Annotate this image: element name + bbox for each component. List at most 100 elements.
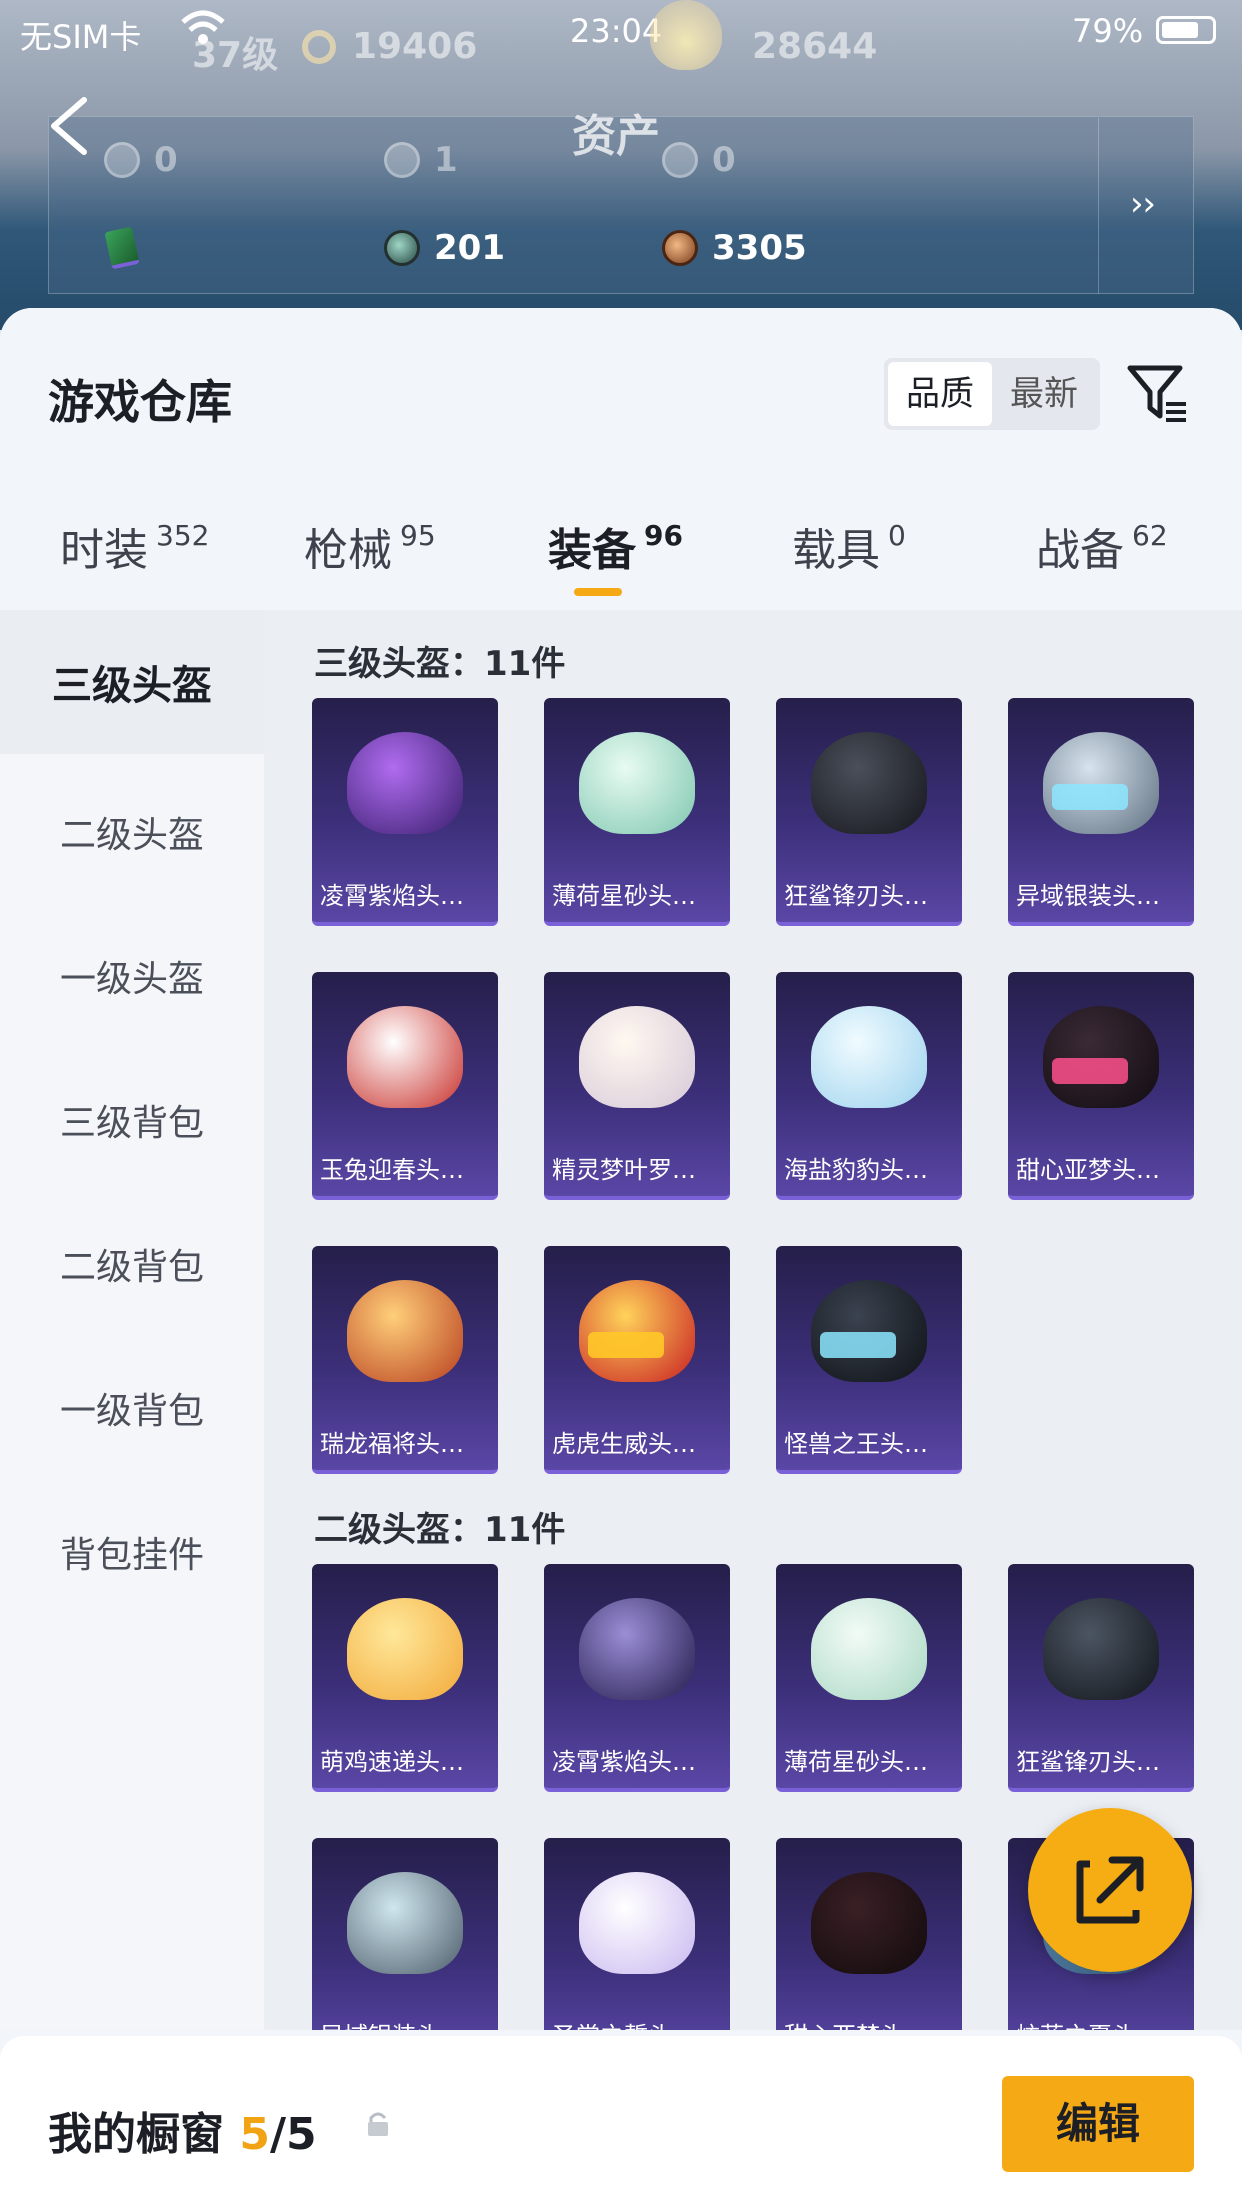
helmet-icon	[1043, 1006, 1159, 1108]
item-card[interactable]: 精灵梦叶罗…	[544, 972, 730, 1200]
item-card[interactable]: 甜心亚梦头…	[776, 1838, 962, 2030]
helmet-icon	[579, 1598, 695, 1700]
item-card[interactable]: 薄荷星砂头…	[776, 1564, 962, 1792]
asset-value: 0	[154, 140, 178, 180]
item-card[interactable]: 玉兔迎春头…	[312, 972, 498, 1200]
status-bar: 无SIM卡 23:04 79%	[0, 0, 1242, 62]
popularity-flame-icon	[650, 0, 722, 70]
asset-value: 201	[434, 228, 505, 268]
item-card[interactable]: 异域银装头…	[1008, 698, 1194, 926]
sidebar-item-level2-helmet[interactable]: 二级头盔	[0, 760, 264, 904]
section-title: 三级头盔：11件	[314, 644, 566, 684]
helmet-icon	[811, 1598, 927, 1700]
item-card[interactable]: 萌鸡速递头…	[312, 1564, 498, 1792]
tab-equipment[interactable]: 装备 96	[548, 514, 683, 596]
asset-item: 0	[104, 140, 178, 180]
share-button[interactable]	[1028, 1808, 1192, 1972]
asset-value: 1	[434, 140, 458, 180]
item-name: 薄荷星砂头…	[552, 882, 696, 910]
showcase-bar: 我的橱窗 5/5 编辑	[0, 2036, 1242, 2208]
item-card[interactable]: 圣堂之誓头…	[544, 1838, 730, 2030]
tab-label: 时装	[60, 525, 148, 576]
sidebar-item-level3-backpack[interactable]: 三级背包	[0, 1048, 264, 1192]
share-icon	[1076, 1856, 1144, 1924]
bronze-token-icon	[662, 230, 698, 266]
item-name: 凌霄紫焰头…	[320, 882, 464, 910]
asset-item: 0	[104, 226, 140, 270]
sidebar-item-backpack-charm[interactable]: 背包挂件	[0, 1480, 264, 1624]
sidebar-item-level2-backpack[interactable]: 二级背包	[0, 1192, 264, 1336]
item-card[interactable]: 虎虎生威头…	[544, 1246, 730, 1474]
category-tabs: 时装 352 枪械 95 装备 96 载具 0 战备 62	[0, 514, 1242, 610]
asset-icon	[104, 142, 140, 178]
item-card[interactable]: 异域银装头…	[312, 1838, 498, 2030]
item-name: 精灵梦叶罗…	[552, 1156, 696, 1184]
item-card[interactable]: 凌霄紫焰头…	[544, 1564, 730, 1792]
showcase-current: 5	[239, 2109, 270, 2160]
coin-icon	[302, 30, 336, 64]
item-name: 狂鲨锋刃头…	[784, 882, 928, 910]
helmet-icon	[347, 1280, 463, 1382]
showcase-title: 我的橱窗	[48, 2109, 224, 2160]
helmet-icon	[347, 1872, 463, 1974]
expand-assets-icon[interactable]: › ›	[1130, 184, 1156, 224]
clock: 23:04	[570, 12, 663, 50]
asset-item: 3305	[662, 228, 807, 268]
helmet-icon	[347, 1006, 463, 1108]
item-card[interactable]: 甜心亚梦头…	[1008, 972, 1194, 1200]
item-card[interactable]: 薄荷星砂头…	[544, 698, 730, 926]
asset-divider	[1098, 118, 1099, 294]
asset-item: 0	[662, 140, 736, 180]
sidebar-item-level1-helmet[interactable]: 一级头盔	[0, 904, 264, 1048]
helmet-icon	[579, 1280, 695, 1382]
showcase-label: 我的橱窗 5/5	[48, 2098, 317, 2162]
back-chevron-icon[interactable]	[46, 96, 92, 156]
item-name: 甜心亚梦头…	[776, 2010, 962, 2030]
tab-firearms[interactable]: 枪械 95	[304, 514, 436, 578]
warehouse-title: 游戏仓库	[48, 375, 232, 429]
sheet-header: 游戏仓库 品质 最新 时装 352 枪械 95 装备 96 载具 0 战备 62	[0, 308, 1242, 610]
helmet-icon	[579, 732, 695, 834]
item-card[interactable]: 怪兽之王头…	[776, 1246, 962, 1474]
helmet-icon	[579, 1872, 695, 1974]
edit-button[interactable]: 编辑	[1002, 2076, 1194, 2172]
visor-icon	[1052, 1058, 1128, 1084]
visor-icon	[588, 1332, 664, 1358]
visor-icon	[820, 1332, 896, 1358]
asset-value: 0	[712, 140, 736, 180]
item-card[interactable]: 狂鲨锋刃头…	[1008, 1564, 1194, 1792]
helmet-icon	[811, 1006, 927, 1108]
tab-label: 战备	[1036, 525, 1124, 576]
tab-gear[interactable]: 战备 62	[1036, 514, 1168, 578]
tab-fashion[interactable]: 时装 352	[60, 514, 209, 578]
sidebar-item-level3-helmet[interactable]: 三级头盔	[0, 610, 264, 754]
item-card[interactable]: 海盐豹豹头…	[776, 972, 962, 1200]
asset-icon	[662, 142, 698, 178]
tab-count: 0	[888, 519, 906, 552]
sidebar-item-level1-backpack[interactable]: 一级背包	[0, 1336, 264, 1480]
active-tab-indicator	[574, 588, 622, 596]
helmet-icon	[579, 1006, 695, 1108]
item-name: 圣堂之誓头…	[544, 2010, 730, 2030]
sort-quality-button[interactable]: 品质	[888, 362, 992, 426]
item-card[interactable]: 凌霄紫焰头…	[312, 698, 498, 926]
item-card[interactable]: 狂鲨锋刃头…	[776, 698, 962, 926]
sort-toggle: 品质 最新	[884, 358, 1100, 430]
sort-newest-button[interactable]: 最新	[992, 362, 1096, 426]
tab-vehicles[interactable]: 载具 0	[792, 514, 906, 578]
tab-count: 95	[400, 519, 436, 552]
helmet-icon	[347, 732, 463, 834]
filter-icon[interactable]	[1126, 362, 1190, 426]
player-popularity: 28644	[752, 26, 878, 67]
item-name: 炫蓝之夏头…	[1008, 2010, 1194, 2030]
helmet-icon	[811, 732, 927, 834]
section-title: 二级头盔：11件	[314, 1510, 566, 1550]
item-name: 海盐豹豹头…	[784, 1156, 928, 1184]
item-card[interactable]: 瑞龙福将头…	[312, 1246, 498, 1474]
item-name: 甜心亚梦头…	[1016, 1156, 1160, 1184]
item-name: 瑞龙福将头…	[320, 1430, 464, 1458]
helmet-icon	[1043, 732, 1159, 834]
tab-count: 352	[156, 519, 210, 552]
item-name: 异域银装头…	[312, 2010, 498, 2030]
showcase-total: /5	[269, 2109, 317, 2160]
